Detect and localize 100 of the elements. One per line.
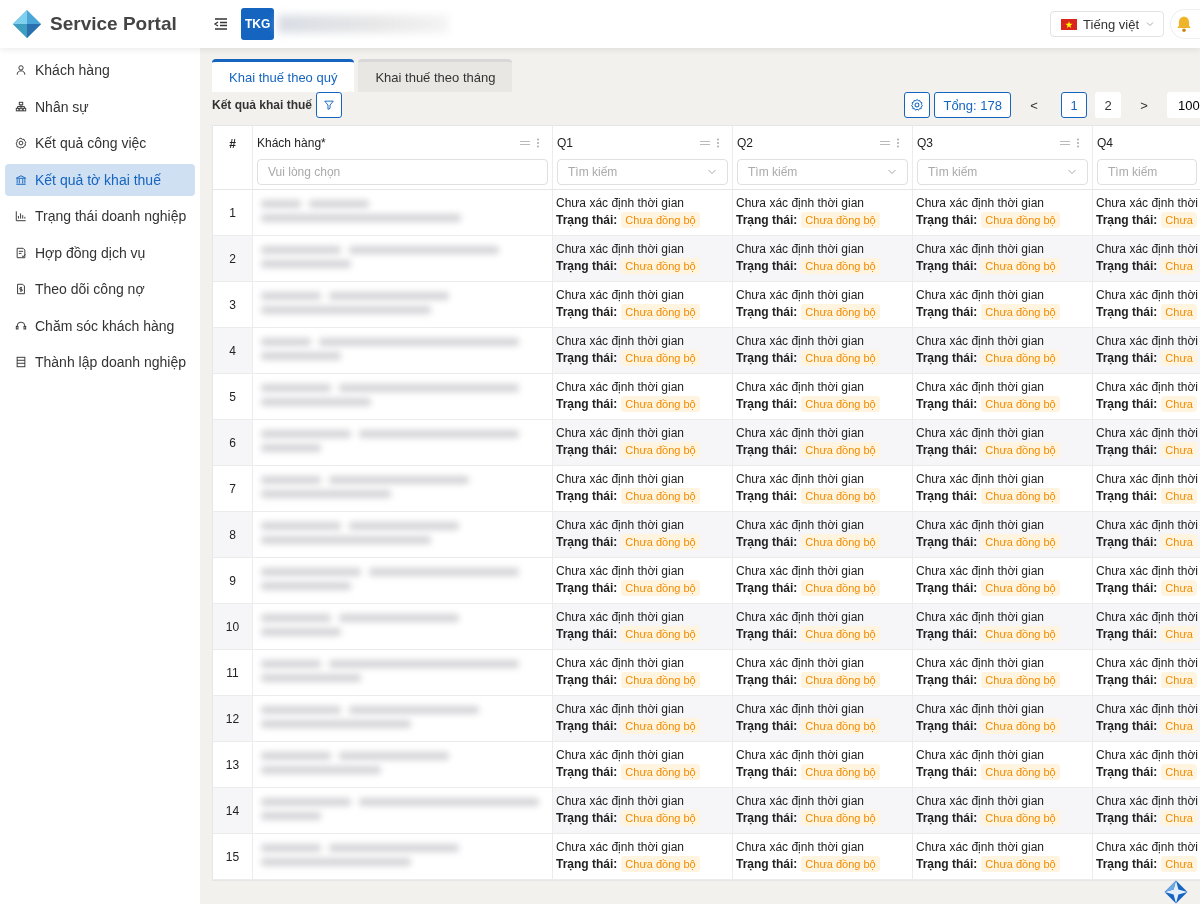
column-menu-icon[interactable]: [698, 138, 722, 148]
next-page-button[interactable]: >: [1131, 92, 1157, 118]
menu-icon[interactable]: [213, 16, 229, 32]
logo-icon: [12, 9, 42, 39]
tab[interactable]: Khai thuế theo quý: [212, 59, 355, 92]
page-button[interactable]: 1: [1061, 92, 1087, 118]
row-number: 5: [229, 389, 236, 404]
table-cell-text: Chưa xác định thời gian: [556, 793, 685, 810]
column-menu-icon[interactable]: [878, 138, 902, 148]
table-cell: Chưa xác định thời: [1096, 655, 1198, 672]
table-cell-text: Chưa xác định thời gian: [556, 563, 685, 580]
status-label: Trạng thái:: [1096, 397, 1158, 411]
status-label: Trạng thái:: [736, 581, 798, 595]
table-cell: Chưa xác định thời: [1096, 609, 1198, 626]
status-badge: Chưa: [1161, 856, 1197, 872]
column-header[interactable]: Q1: [557, 136, 573, 150]
status-label: Trạng thái:: [916, 765, 978, 779]
logo-icon[interactable]: [1164, 880, 1188, 904]
status-badge: Chưa: [1161, 258, 1197, 274]
table-cell-text: Chưa xác định thời gian: [736, 195, 865, 212]
status-badge: Chưa: [1161, 580, 1197, 596]
table-cell-text: Chưa xác định thời gian: [916, 471, 1045, 488]
status-badge: Chưa đồng bộ: [801, 258, 880, 274]
sidebar-item[interactable]: Theo dõi công nợ: [5, 273, 195, 306]
column-header[interactable]: Q2: [737, 136, 753, 150]
status-label: Trạng thái:: [736, 765, 798, 779]
column-header[interactable]: Q3: [917, 136, 933, 150]
column-menu-icon[interactable]: [1058, 138, 1082, 148]
status-badge: Chưa đồng bộ: [981, 396, 1060, 412]
filter-button[interactable]: [316, 92, 342, 118]
total-count[interactable]: Tổng: 178: [934, 92, 1011, 118]
table-cell-text: Chưa xác định thời gian: [736, 517, 865, 534]
status-badge: Chưa đồng bộ: [801, 718, 880, 734]
table-cell-text: Chưa xác định thời gian: [556, 517, 685, 534]
table-cell-text: Chưa xác định thời gian: [556, 241, 685, 258]
status-label: Trạng thái:: [556, 489, 618, 503]
column-header: #: [229, 137, 236, 151]
sidebar-item[interactable]: Hợp đồng dịch vụ: [5, 236, 195, 269]
bank-icon: [15, 173, 27, 186]
table-cell: Chưa xác định thời: [1096, 333, 1198, 350]
status-label: Trạng thái:: [916, 857, 978, 871]
sidebar-item[interactable]: Trạng thái doanh nghiệp: [5, 200, 195, 233]
table-cell: Chưa xác định thời: [1096, 287, 1198, 304]
column-menu-icon[interactable]: [518, 138, 542, 148]
sidebar-item[interactable]: Kết quả công việc: [5, 127, 195, 160]
table-cell-text: Chưa xác định thời gian: [736, 333, 865, 350]
previous-page-button[interactable]: <: [1021, 92, 1047, 118]
table-cell-text: Chưa xác định thời gian: [556, 287, 685, 304]
sidebar-item[interactable]: Khách hàng: [5, 54, 195, 87]
status-badge: Chưa đồng bộ: [981, 764, 1060, 780]
sidebar-item[interactable]: Nhân sự: [5, 90, 195, 123]
table-cell-text: Chưa xác định thời gian: [556, 655, 685, 672]
status-label: Trạng thái:: [916, 443, 978, 457]
table-cell-text: Chưa xác định thời gian: [916, 747, 1045, 764]
tab[interactable]: Khai thuế theo tháng: [358, 59, 513, 92]
settings-button[interactable]: [904, 92, 931, 118]
status-label: Trạng thái:: [1096, 581, 1158, 595]
status-badge: Chưa đồng bộ: [621, 580, 700, 596]
row-number: 13: [225, 757, 240, 772]
company-badge: TKG: [241, 8, 275, 40]
table-cell: Chưa xác định thời: [1096, 379, 1198, 396]
sidebar-item[interactable]: Kết quả tờ khai thuế: [5, 163, 195, 196]
status-label: Trạng thái:: [1096, 489, 1158, 503]
table-cell-text: Chưa xác định thời gian: [736, 241, 865, 258]
customer-filter-field[interactable]: Vui lòng chọn: [257, 159, 548, 185]
page-size-select[interactable]: 100: [1167, 92, 1200, 118]
status-badge: Chưa đồng bộ: [981, 258, 1060, 274]
status-badge: Chưa đồng bộ: [801, 534, 880, 550]
status-badge: Chưa: [1161, 810, 1197, 826]
table-cell: Chưa xác định thời: [1096, 563, 1198, 580]
row-number: 7: [229, 481, 236, 496]
table-cell-text: Chưa xác định thời gian: [916, 563, 1045, 580]
notification-button[interactable]: [1170, 9, 1200, 39]
status-badge: Chưa đồng bộ: [801, 580, 880, 596]
table-cell-text: Chưa xác định thời gian: [736, 655, 865, 672]
page-button[interactable]: 2: [1095, 92, 1121, 118]
sidebar-item[interactable]: Chăm sóc khách hàng: [5, 309, 195, 342]
table-cell-text: Chưa xác định thời gian: [736, 609, 865, 626]
table-cell-text: Chưa xác định thời gian: [916, 793, 1045, 810]
column-header[interactable]: Q4: [1097, 136, 1113, 150]
table-cell-text: Chưa xác định thời gian: [736, 287, 865, 304]
sidebar-item[interactable]: Thành lập doanh nghiệp: [5, 346, 195, 379]
status-label: Trạng thái:: [916, 811, 978, 825]
app-title: Service Portal: [50, 13, 177, 35]
org-chart-icon: [15, 100, 27, 113]
row-number: 10: [225, 619, 240, 634]
status-label: Trạng thái:: [556, 535, 618, 549]
status-label: Trạng thái:: [916, 489, 978, 503]
status-label: Trạng thái:: [736, 397, 798, 411]
row-number: 3: [229, 297, 236, 312]
column-header[interactable]: Khách hàng*: [257, 136, 326, 150]
chevron-down-icon: [1145, 19, 1155, 29]
table-cell: Chưa xác định thời: [1096, 471, 1198, 488]
status-badge: Chưa đồng bộ: [981, 626, 1060, 642]
status-badge: Chưa đồng bộ: [981, 350, 1060, 366]
status-label: Trạng thái:: [1096, 857, 1158, 871]
status-label: Trạng thái:: [1096, 673, 1158, 687]
table-cell: Chưa xác định thời: [1096, 701, 1198, 718]
status-badge: Chưa đồng bộ: [981, 304, 1060, 320]
language-select[interactable]: Tiếng việt: [1050, 11, 1164, 37]
